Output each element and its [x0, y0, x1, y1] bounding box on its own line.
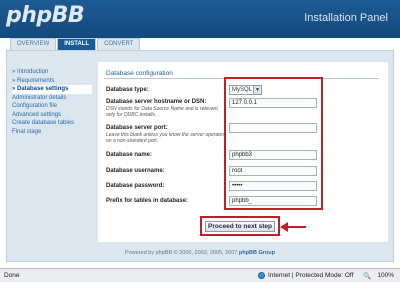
db-name-label: Database name:	[106, 152, 153, 158]
db-password-label: Database password:	[106, 183, 165, 189]
tab-convert[interactable]: CONVERT	[97, 38, 141, 50]
port-label: Database server port:	[106, 125, 168, 131]
host-hint: DSN stands for Data Source Name and is r…	[106, 106, 218, 118]
status-text: Done	[4, 272, 20, 279]
panel-title: Installation Panel	[304, 12, 388, 24]
sidebar-item-advanced-settings: Advanced settings	[12, 111, 62, 118]
table-prefix-label: Prefix for tables in database:	[106, 198, 189, 204]
sidebar-item-final-stage: Final stage	[12, 128, 42, 135]
tab-install[interactable]: INSTALL	[57, 38, 97, 50]
sidebar-item-configuration-file: Configuration file	[12, 103, 58, 109]
db-type-label: Database type:	[106, 87, 149, 93]
host-label: Database server hostname or DSN:	[106, 99, 207, 105]
status-bar: Done Internet | Protected Mode: Off 🔍 10…	[0, 268, 400, 282]
sidebar-item-administrator-details: Administrator details	[12, 94, 67, 101]
proceed-button[interactable]: Proceed to next step	[205, 221, 275, 232]
port-hint: Leave this blank unless you know the ser…	[106, 132, 225, 144]
tab-overview[interactable]: OVERVIEW	[10, 38, 57, 50]
globe-icon	[258, 272, 265, 279]
sidebar-item-requirements[interactable]: » Requirements	[12, 77, 92, 86]
tab-bar: OVERVIEW INSTALL CONVERT	[10, 38, 141, 50]
highlight-box-fields	[224, 77, 323, 210]
sidebar-item-database-settings[interactable]: » Database settings	[12, 85, 92, 94]
red-arrow-icon	[280, 222, 306, 232]
fieldset-legend: Database configuration	[106, 70, 173, 77]
footer: Powered by phpBB © 2000, 2002, 2005, 200…	[0, 250, 400, 256]
footer-text: Powered by phpBB © 2000, 2002, 2005, 200…	[125, 250, 238, 256]
zoom-icon[interactable]: 🔍	[363, 272, 371, 280]
status-tools: 🔍 100%	[363, 272, 394, 280]
zoom-level[interactable]: 100%	[377, 272, 394, 280]
phpbb-logo: phpBB	[6, 3, 85, 28]
footer-group-link[interactable]: phpBB Group	[239, 250, 275, 256]
db-username-label: Database username:	[106, 168, 165, 174]
sidebar-item-create-database-tables: Create database tables	[12, 120, 75, 126]
header-bar: phpBB Installation Panel	[0, 0, 400, 38]
security-zone: Internet | Protected Mode: Off	[258, 272, 353, 279]
zone-text: Internet | Protected Mode: Off	[268, 272, 354, 279]
sidebar: » Introduction » Requirements » Database…	[12, 68, 92, 136]
sidebar-item-introduction[interactable]: » Introduction	[12, 68, 92, 77]
